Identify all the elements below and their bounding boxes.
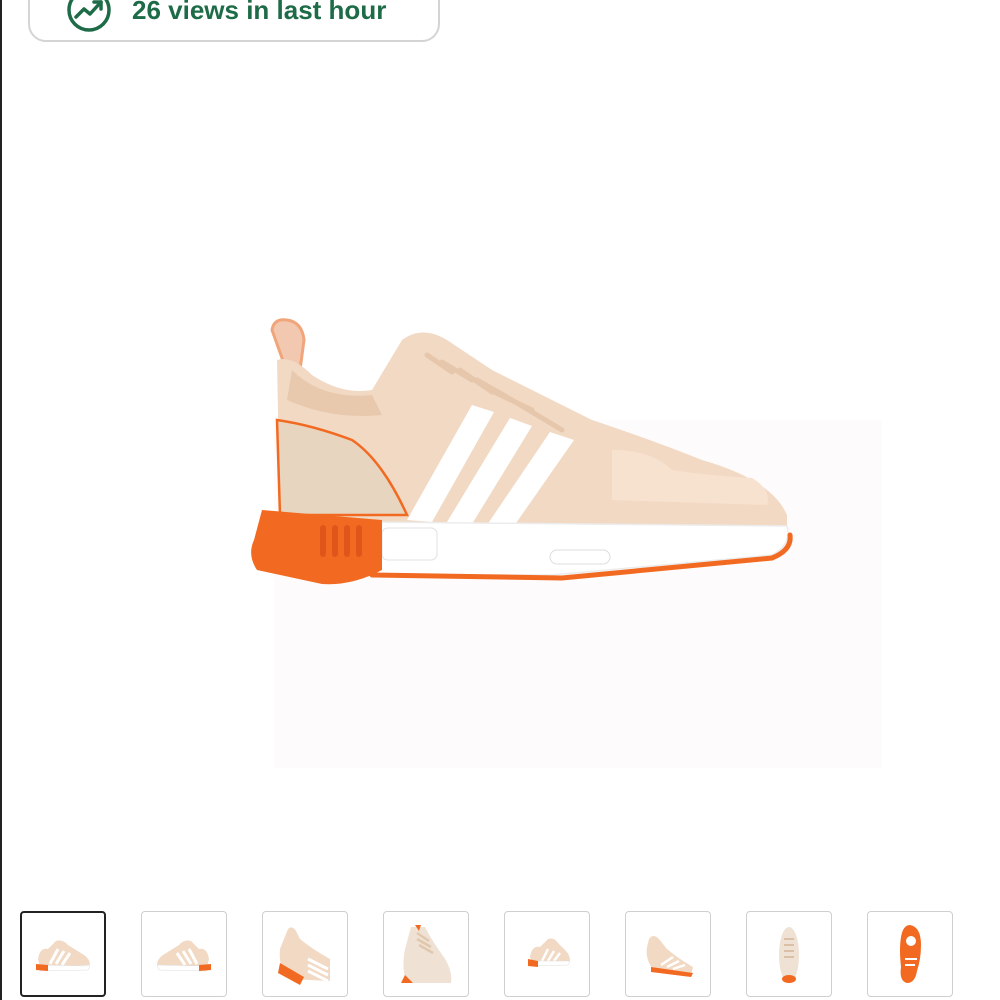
thumbnail-top-view[interactable] [746, 911, 832, 997]
sneaker-three-quarter-icon [646, 936, 693, 977]
sneaker-front-angle-icon [401, 925, 452, 983]
sneaker-side-icon [36, 940, 91, 972]
product-gallery-page: 26 views in last hour [0, 0, 1000, 1000]
sneaker-top-view-icon [779, 927, 799, 983]
thumbnail-side-view[interactable] [20, 911, 106, 997]
thumbnail-front-angle[interactable] [383, 911, 469, 997]
thumbnail-side-view-left[interactable] [141, 911, 227, 997]
sneaker-heel-angle-icon [278, 927, 330, 985]
views-count-text: 26 views in last hour [132, 0, 387, 25]
sneaker-small-side-icon [528, 938, 571, 967]
thumbnail-three-quarter[interactable] [625, 911, 711, 997]
sneaker-side-left-icon [156, 940, 211, 972]
product-main-image[interactable] [232, 300, 812, 600]
thumbnail-outsole[interactable] [867, 911, 953, 997]
sneaker-outsole-icon [900, 925, 921, 983]
views-badge: 26 views in last hour [28, 0, 440, 42]
thumbnail-strip [20, 911, 960, 997]
trend-up-icon [67, 0, 111, 32]
thumbnail-heel-angle[interactable] [262, 911, 348, 997]
thumbnail-small-side[interactable] [504, 911, 590, 997]
